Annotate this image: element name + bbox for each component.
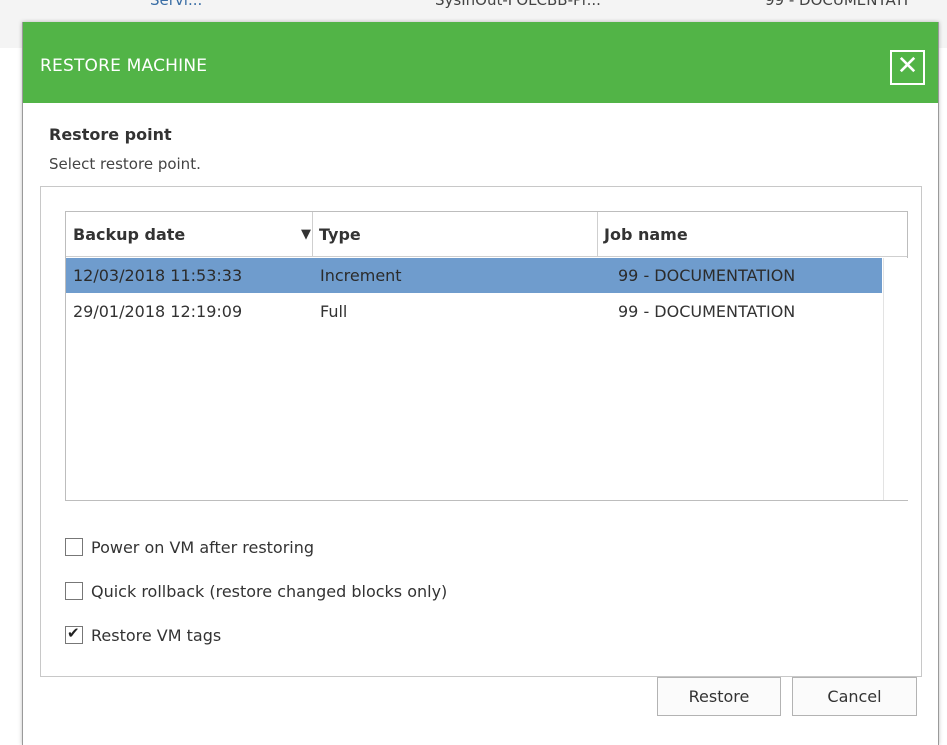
restore-point-subtitle: Select restore point.	[49, 155, 201, 173]
column-header-label: Backup date	[73, 225, 186, 244]
restore-point-panel: Backup date ▼ Type Job name 12/03/2018 1…	[40, 186, 922, 677]
restore-point-heading: Restore point	[49, 125, 172, 144]
quick-rollback-option[interactable]: Quick rollback (restore changed blocks o…	[65, 579, 447, 603]
cancel-button[interactable]: Cancel	[792, 677, 917, 716]
power-on-vm-option[interactable]: Power on VM after restoring	[65, 535, 314, 559]
close-button[interactable]: ✕	[890, 50, 925, 85]
column-header-type[interactable]: Type	[319, 212, 599, 257]
grid-scrollbar[interactable]	[883, 258, 908, 500]
cell-type: Full	[320, 302, 348, 321]
column-separator[interactable]	[312, 212, 313, 257]
table-row[interactable]: 29/01/2018 12:19:09 Full 99 - DOCUMENTAT…	[66, 294, 882, 329]
background-cell: Servi...	[150, 0, 203, 9]
checkmark-icon: ✔	[67, 624, 80, 642]
column-header-label: Type	[319, 225, 361, 244]
restore-button[interactable]: Restore	[657, 677, 781, 716]
column-header-job-name[interactable]: Job name	[604, 212, 904, 257]
cell-backup-date: 29/01/2018 12:19:09	[73, 302, 243, 321]
cell-type: Increment	[320, 266, 402, 285]
background-cell: 99 - DOCUMENTATI	[765, 0, 909, 9]
restore-vm-tags-option[interactable]: ✔ Restore VM tags	[65, 623, 221, 647]
dialog-titlebar: RESTORE MACHINE ✕	[23, 22, 938, 103]
cell-job-name: 99 - DOCUMENTATION	[618, 266, 796, 285]
column-separator[interactable]	[597, 212, 598, 257]
dialog-title: RESTORE MACHINE	[40, 56, 208, 76]
column-header-backup-date[interactable]: Backup date ▼	[73, 212, 313, 257]
background-cell: SysInOut-FOLCBB-Pr...	[435, 0, 601, 9]
column-header-label: Job name	[604, 225, 688, 244]
quick-rollback-checkbox[interactable]	[65, 582, 83, 600]
cell-job-name: 99 - DOCUMENTATION	[618, 302, 796, 321]
restore-machine-dialog: RESTORE MACHINE ✕ Restore point Select r…	[22, 22, 939, 745]
table-row[interactable]: 12/03/2018 11:53:33 Increment 99 - DOCUM…	[66, 258, 882, 293]
restore-vm-tags-checkbox[interactable]: ✔	[65, 624, 83, 644]
cell-backup-date: 12/03/2018 11:53:33	[73, 266, 243, 285]
sort-down-icon: ▼	[301, 227, 311, 242]
option-label: Restore VM tags	[91, 625, 222, 645]
option-label: Quick rollback (restore changed blocks o…	[91, 581, 448, 601]
option-label: Power on VM after restoring	[91, 537, 315, 557]
restore-points-grid: Backup date ▼ Type Job name 12/03/2018 1…	[65, 211, 908, 501]
grid-header: Backup date ▼ Type Job name	[66, 212, 907, 257]
close-icon: ✕	[896, 51, 919, 81]
power-on-vm-checkbox[interactable]	[65, 538, 83, 556]
